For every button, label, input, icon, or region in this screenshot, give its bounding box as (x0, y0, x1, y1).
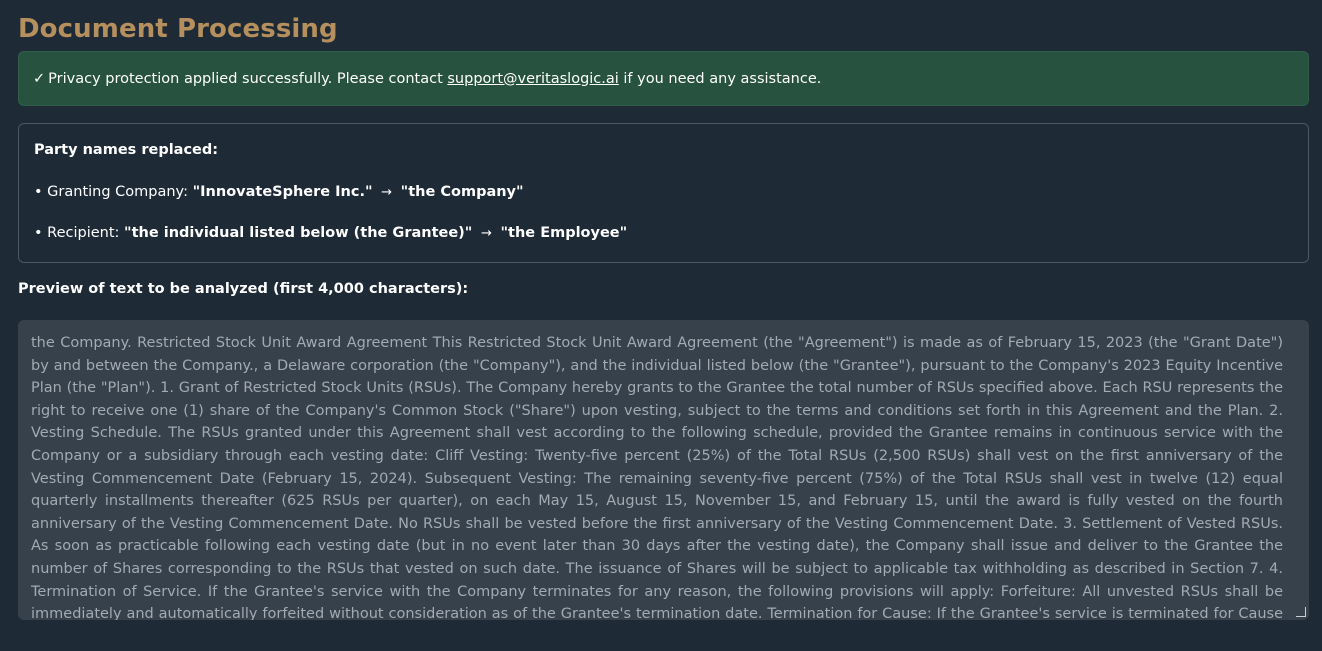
party-names-heading: Party names replaced: (34, 142, 219, 158)
preview-label: Preview of text to be analyzed (first 4,… (18, 281, 469, 297)
page-title: Document Processing (18, 14, 338, 44)
replacement-label: Recipient: (47, 225, 120, 241)
original-name: "InnovateSphere Inc." (192, 184, 373, 200)
support-email-link[interactable]: support@veritaslogic.ai (447, 71, 618, 87)
preview-text: the Company. Restricted Stock Unit Award… (31, 335, 1283, 620)
arrow-right-icon: → (480, 226, 492, 241)
party-names-card: Party names replaced: • Granting Company… (18, 123, 1309, 263)
preview-textarea[interactable]: the Company. Restricted Stock Unit Award… (18, 320, 1309, 620)
success-alert: ✓ Privacy protection applied successfull… (18, 51, 1309, 106)
replacement-name: "the Company" (400, 184, 524, 200)
arrow-right-icon: → (381, 185, 393, 200)
original-name: "the individual listed below (the Grante… (124, 225, 473, 241)
alert-text-before: Privacy protection applied successfully.… (48, 70, 443, 87)
replacement-label: Granting Company: (47, 184, 188, 200)
alert-text-after: if you need any assistance. (623, 70, 822, 87)
bullet: • (34, 225, 43, 241)
bullet: • (34, 184, 43, 200)
document-processing-page: Document Processing ✓ Privacy protection… (0, 0, 1322, 651)
replacement-name: "the Employee" (500, 225, 628, 241)
resize-handle-icon[interactable] (1296, 607, 1306, 617)
replacement-item-granting-company: • Granting Company: "InnovateSphere Inc.… (34, 184, 1293, 204)
replacement-item-recipient: • Recipient: "the individual listed belo… (34, 225, 1293, 245)
checkmark-icon: ✓ (33, 70, 46, 87)
